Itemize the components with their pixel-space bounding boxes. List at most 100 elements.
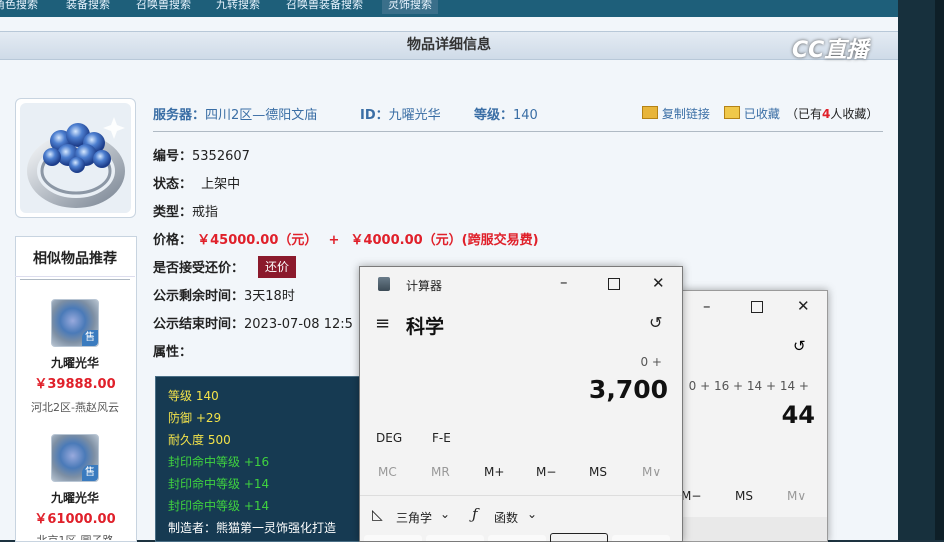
server-value: 四川2区—德阳文庙 [205, 108, 318, 123]
price-row: 价格： ￥45000.00（元） + ￥4000.00（元）(跨服交易费) [153, 229, 539, 248]
ring-icon [20, 103, 131, 213]
header-divider [153, 131, 883, 132]
remaining-row: 公示剩余时间：3天18时 [153, 285, 295, 304]
memory-store-button[interactable]: MS [735, 489, 753, 503]
level-value: 140 [513, 108, 538, 123]
close-icon[interactable]: ✕ [797, 297, 810, 315]
remaining-label: 公示剩余时间： [153, 289, 245, 304]
attr-line: 封印命中等级 +16 [168, 455, 270, 469]
collect-count-suffix: 人收藏） [830, 107, 879, 121]
calculator-app-icon [378, 277, 390, 291]
similar-item-image[interactable]: 售 [51, 434, 99, 482]
fe-button[interactable]: F-E [432, 431, 451, 445]
attr-line: 耐久度 500 [168, 433, 231, 447]
memory-subtract-button[interactable]: M− [681, 489, 701, 503]
id-info: ID：九曜光华 [360, 104, 441, 123]
folder-icon [642, 106, 658, 119]
chevron-down-icon: ⌄ [527, 507, 538, 521]
collect-count: （已有4人收藏） [786, 105, 878, 122]
history-icon[interactable]: ↺ [649, 313, 662, 332]
calc-key-focused[interactable] [550, 533, 608, 542]
attr-row: 属性： [153, 341, 192, 360]
menu-icon[interactable]: ≡ [375, 313, 390, 334]
memory-list-button[interactable]: M∨ [787, 489, 806, 503]
attr-line: 等级 140 [168, 389, 219, 403]
chevron-down-icon: ⌄ [440, 507, 451, 521]
attr-line: 封印命中等级 +14 [168, 499, 270, 513]
id-value: 九曜光华 [388, 108, 441, 123]
close-icon[interactable]: ✕ [652, 274, 665, 292]
attr-line: 防御 +29 [168, 411, 222, 425]
calculator-window: 计算器 – ✕ ≡ 科学 ↺ 0 + 3,700 DEG F-E MC MR M… [359, 266, 683, 542]
deg-button[interactable]: DEG [376, 431, 402, 445]
tab-pet-equipment-search[interactable]: 召唤兽装备搜索 [286, 0, 363, 14]
memory-recall-button[interactable]: MR [431, 465, 450, 479]
copy-link-button[interactable]: 复制链接 [642, 105, 710, 122]
tab-jiuzhuan-search[interactable]: 九转搜索 [216, 0, 260, 14]
similar-item-price: ￥39888.00 [34, 377, 116, 392]
status-value: 上架中 [201, 177, 241, 192]
id-label: ID： [360, 108, 389, 123]
bargain-button[interactable]: 还价 [258, 256, 296, 278]
attr-line: 制造者：熊猫第一灵饰强化打造 [168, 521, 337, 535]
similar-item-server: 河北2区-燕赵风云 [31, 401, 119, 414]
collected-label: 已收藏 [743, 107, 780, 121]
end-row: 公示结束时间：2023-07-08 12:5 [153, 313, 353, 332]
func-dropdown[interactable]: 函数 [494, 509, 518, 526]
similar-divider [20, 279, 130, 280]
window-title: 计算器 [406, 279, 443, 293]
minimize-icon[interactable]: – [703, 297, 711, 315]
tab-lingshi-search[interactable]: 灵饰搜索 [382, 0, 438, 14]
tab-pet-search[interactable]: 召唤兽搜索 [136, 0, 191, 14]
type-value: 戒指 [192, 205, 219, 220]
number-label: 编号： [153, 149, 193, 164]
status-label: 状态： [153, 177, 193, 192]
calc-expression: 0 + 16 + 14 + 14 + [688, 379, 809, 393]
memory-clear-button[interactable]: MC [378, 465, 397, 479]
memory-store-button[interactable]: MS [589, 465, 607, 479]
similar-item-name[interactable]: 九曜光华 [15, 489, 135, 506]
calc-expression: 0 + [640, 355, 662, 369]
similar-items-title: 相似物品推荐 [15, 236, 135, 277]
status-row: 状态： 上架中 [153, 173, 240, 192]
end-value: 2023-07-08 12:5 [244, 317, 353, 332]
tab-equipment-search[interactable]: 装备搜索 [66, 0, 110, 14]
attr-label: 属性： [153, 345, 193, 360]
level-label: 等级： [474, 108, 514, 123]
calc-key[interactable] [612, 535, 670, 541]
price-fee: ￥4000.00（元）(跨服交易费) [350, 233, 539, 248]
server-label: 服务器： [153, 108, 206, 123]
page-title: 物品详细信息 [0, 31, 898, 60]
history-icon[interactable]: ↺ [793, 337, 806, 355]
calc-display: 44 [781, 401, 815, 429]
price-plus: + [328, 233, 340, 248]
memory-add-button[interactable]: M+ [484, 465, 504, 479]
number-value: 5352607 [192, 149, 250, 164]
sale-badge: 售 [82, 330, 98, 346]
similar-item-image[interactable]: 售 [51, 299, 99, 347]
calc-key[interactable] [364, 535, 422, 541]
maximize-icon[interactable] [608, 278, 620, 290]
calc-key[interactable] [488, 535, 546, 541]
attribute-panel: 等级 140 防御 +29 耐久度 500 封印命中等级 +16 封印命中等级 … [155, 376, 362, 542]
background-strip-edge [935, 0, 944, 540]
memory-list-button[interactable]: M∨ [642, 465, 661, 479]
copy-link-label: 复制链接 [661, 107, 710, 121]
price-label: 价格： [153, 233, 193, 248]
attr-line: 封印命中等级 +14 [168, 477, 270, 491]
minimize-icon[interactable]: – [560, 273, 568, 291]
triangle-icon: ◺ [372, 507, 383, 523]
trig-dropdown[interactable]: 三角学 [396, 509, 432, 526]
maximize-icon[interactable] [751, 301, 763, 313]
type-label: 类型： [153, 205, 193, 220]
remaining-value: 3天18时 [244, 289, 295, 304]
server-info: 服务器：四川2区—德阳文庙 [153, 104, 317, 123]
memory-subtract-button[interactable]: M− [536, 465, 556, 479]
item-image [15, 98, 136, 218]
calc-key[interactable] [426, 535, 484, 541]
calc-display: 3,700 [588, 375, 668, 404]
type-row: 类型：戒指 [153, 201, 218, 220]
similar-item-name[interactable]: 九曜光华 [15, 354, 135, 371]
collected-button[interactable]: 已收藏 [724, 105, 780, 122]
tab-role-search[interactable]: 角色搜索 [0, 0, 38, 14]
